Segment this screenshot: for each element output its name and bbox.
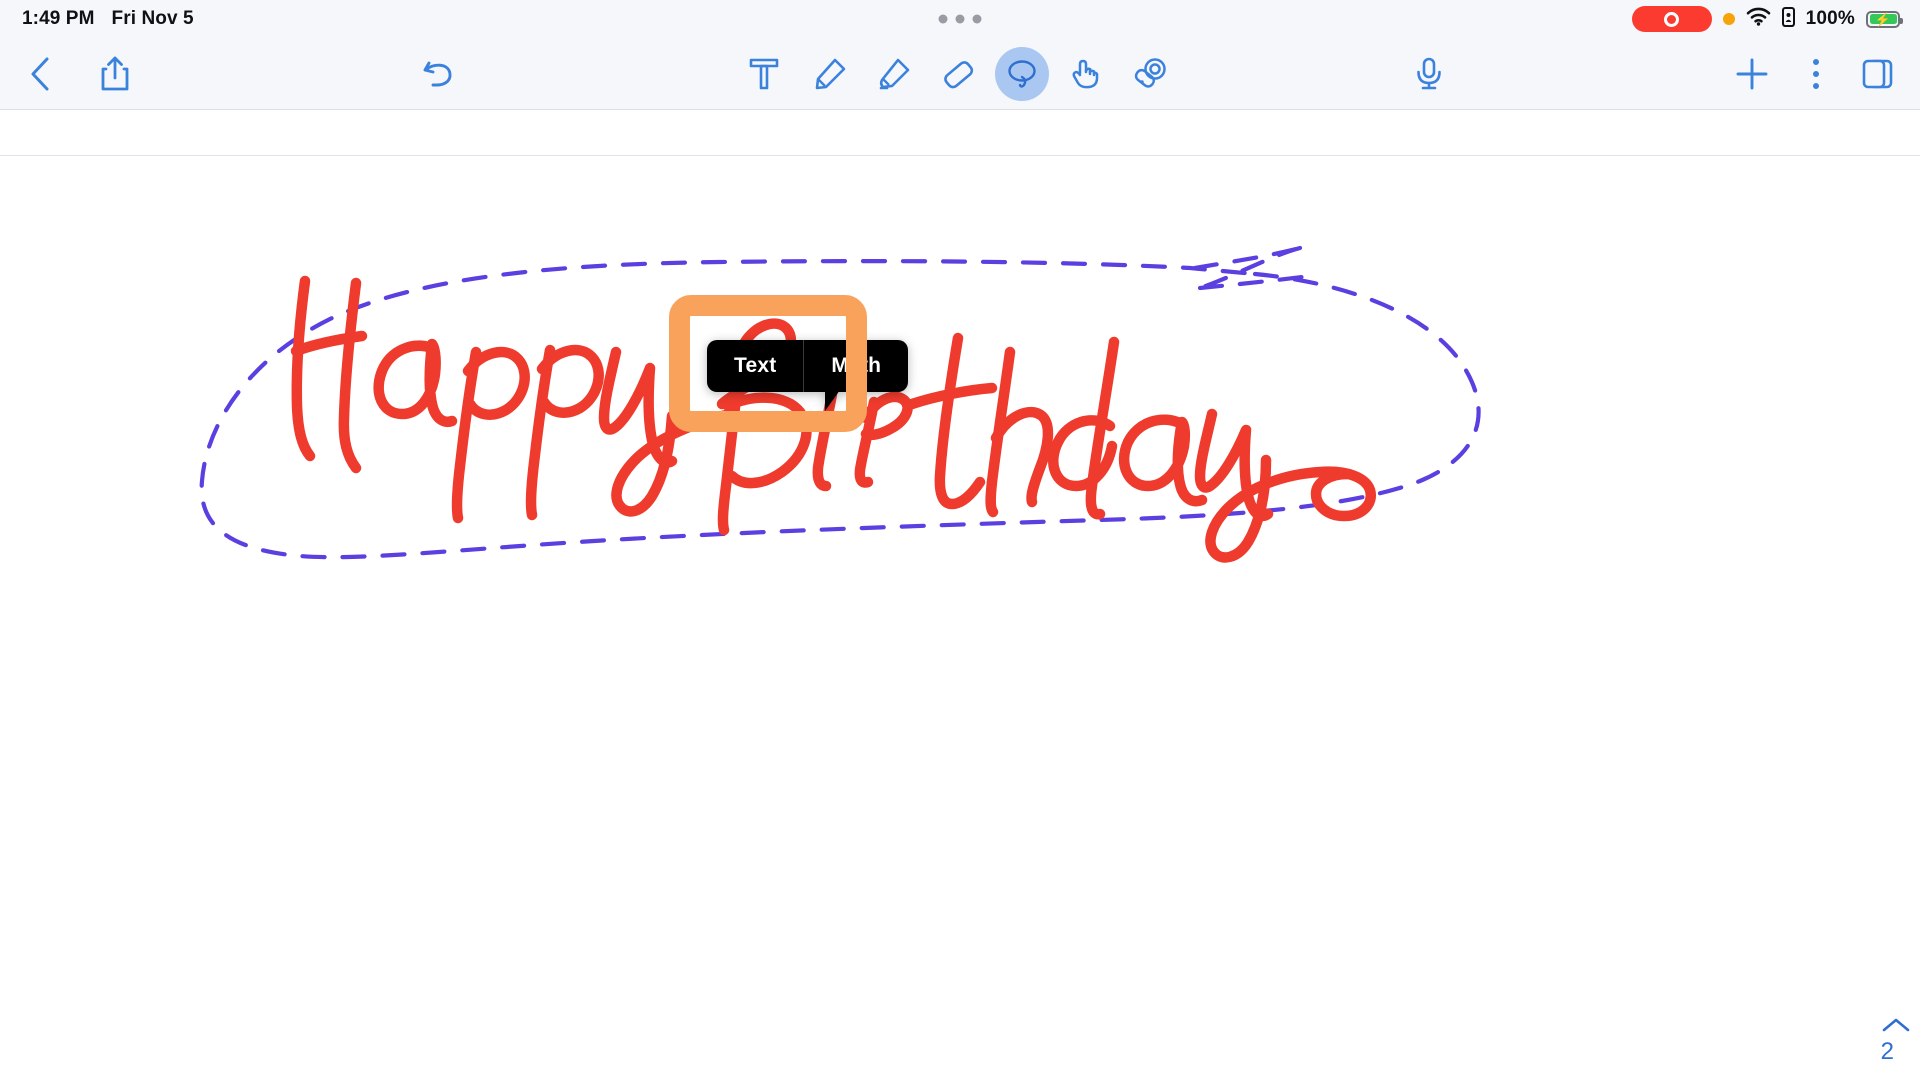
popup-option-text[interactable]: Text (707, 340, 804, 392)
editor-toolbar (0, 38, 1920, 110)
page-header-strip (0, 111, 1920, 156)
tool-highlighter[interactable] (867, 47, 921, 101)
undo-button[interactable] (413, 47, 467, 101)
multitask-dot (938, 14, 948, 24)
canvas-ink-layer (199, 245, 1481, 563)
popup-option-math[interactable]: Math (803, 340, 909, 392)
charging-bolt-icon: ⚡ (1874, 11, 1892, 27)
status-bar: 1:49 PM Fri Nov 5 100% ⚡ (0, 0, 1920, 38)
back-button[interactable] (14, 47, 68, 101)
wifi-icon (1746, 7, 1771, 31)
multitask-dot (955, 14, 965, 24)
tool-eraser[interactable] (931, 47, 985, 101)
status-bar-right: 100% ⚡ (1631, 6, 1903, 32)
status-time: 1:49 PM (22, 8, 95, 29)
page-thumbnails-button[interactable] (1851, 47, 1905, 101)
privacy-dot-icon (1722, 13, 1735, 25)
tool-lasso[interactable] (995, 46, 1049, 101)
handwriting-happy-birthday (290, 275, 1376, 563)
page-number: 2 (1880, 1038, 1894, 1065)
note-canvas[interactable]: Text Math 2 (0, 156, 1920, 1080)
tool-laser[interactable] (1123, 47, 1177, 101)
share-button[interactable] (88, 47, 142, 101)
more-options-button[interactable] (1789, 47, 1843, 101)
screen-recording-pill-icon[interactable] (1631, 6, 1712, 32)
tool-pen[interactable] (803, 47, 857, 101)
tool-text[interactable] (737, 47, 791, 101)
battery-percent: 100% (1805, 8, 1855, 29)
page-navigation: 2 (1880, 1016, 1909, 1066)
multitask-dot (972, 14, 982, 24)
add-button[interactable] (1725, 47, 1779, 101)
record-ring-icon (1664, 11, 1680, 27)
tool-hand[interactable] (1059, 47, 1113, 101)
multitasking-dots-icon[interactable] (938, 14, 982, 24)
mic-button[interactable] (1402, 47, 1456, 101)
battery-lock-icon (1781, 6, 1795, 32)
status-date: Fri Nov 5 (111, 8, 194, 29)
popup-pointer-tail (825, 390, 855, 411)
battery-fill: ⚡ (1869, 11, 1897, 27)
handwriting-convert-popup[interactable]: Text Math (707, 340, 909, 411)
ipad-notes-app: 1:49 PM Fri Nov 5 100% ⚡ Text Math 2 (0, 0, 1920, 1080)
status-bar-left: 1:49 PM Fri Nov 5 (22, 8, 194, 30)
battery-charging-icon: ⚡ (1866, 10, 1903, 28)
